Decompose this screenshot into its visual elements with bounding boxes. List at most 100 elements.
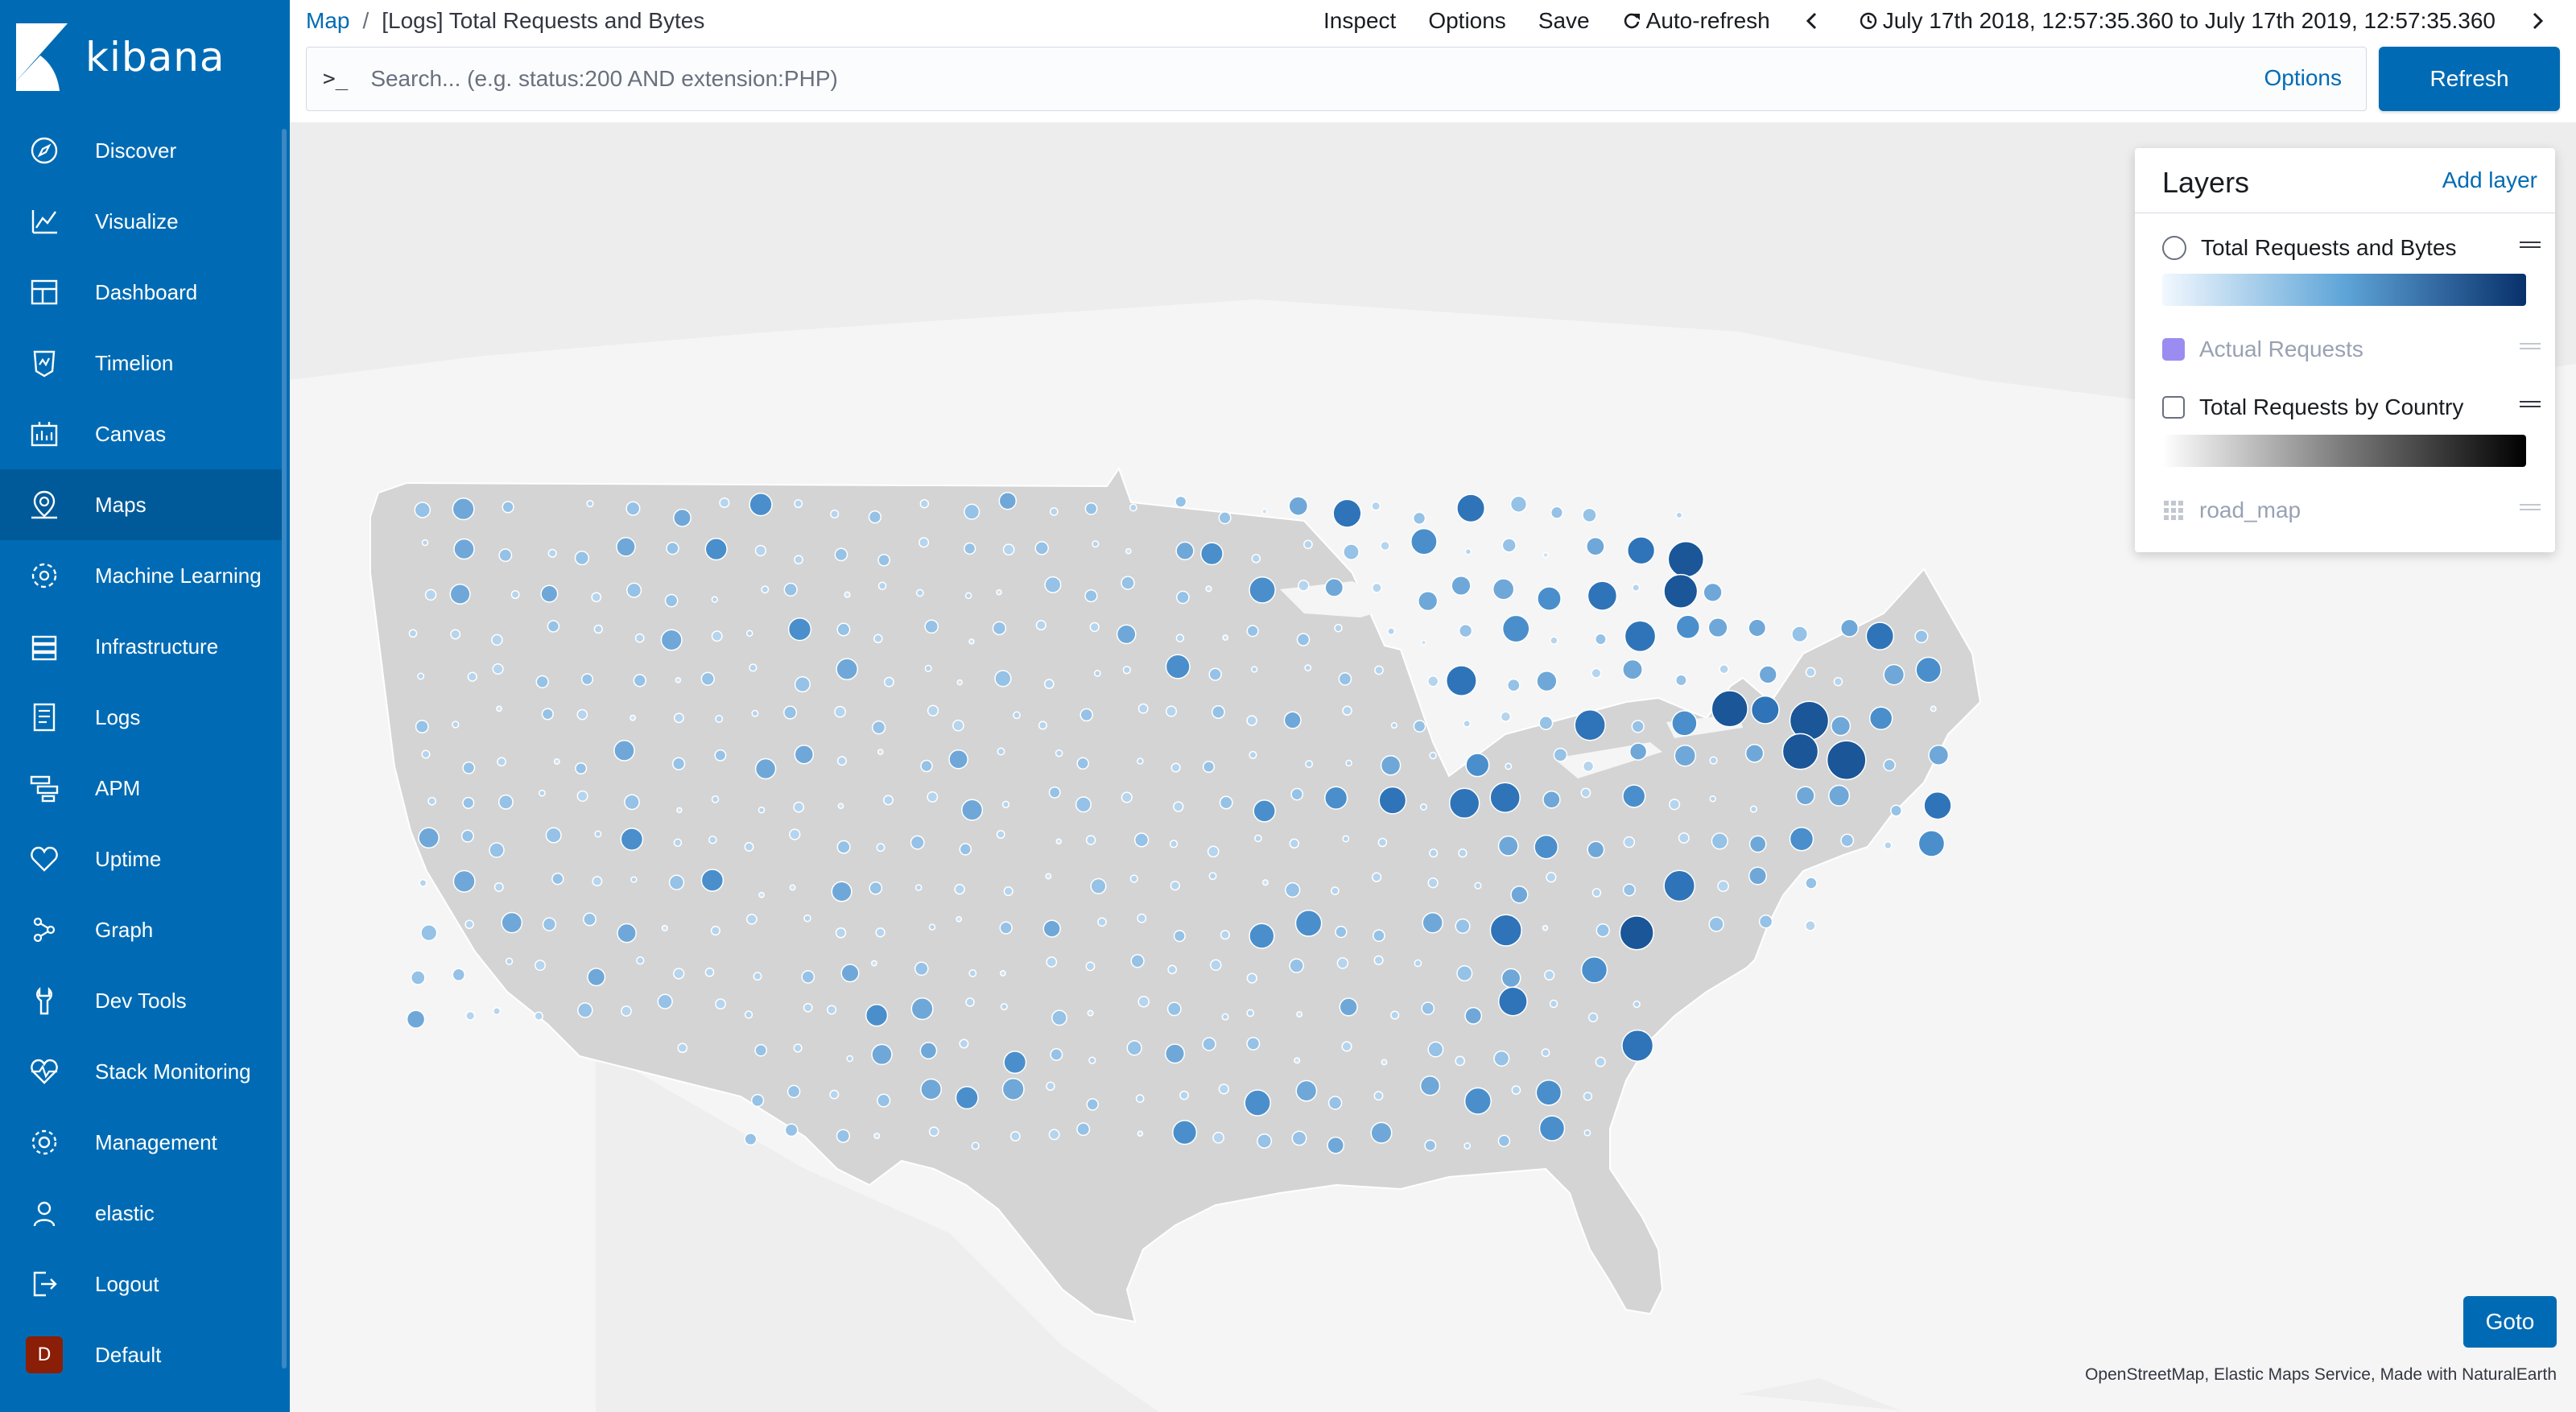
request-bubble[interactable] [1421, 1001, 1435, 1015]
request-bubble[interactable] [1463, 1142, 1472, 1150]
request-bubble[interactable] [871, 1043, 893, 1066]
request-bubble[interactable] [553, 758, 560, 765]
request-bubble[interactable] [1246, 715, 1257, 726]
request-bubble[interactable] [1805, 877, 1818, 890]
request-bubble[interactable] [719, 497, 730, 509]
request-bubble[interactable] [452, 869, 476, 893]
request-bubble[interactable] [1429, 751, 1437, 760]
request-bubble[interactable] [869, 881, 883, 895]
request-bubble[interactable] [754, 544, 767, 557]
request-bubble[interactable] [1719, 663, 1729, 675]
request-bubble[interactable] [420, 924, 438, 942]
request-bubble[interactable] [625, 501, 641, 516]
request-bubble[interactable] [745, 630, 753, 637]
request-bubble[interactable] [1251, 666, 1258, 673]
request-bubble[interactable] [1304, 664, 1312, 671]
request-bubble[interactable] [661, 924, 668, 931]
request-bubble[interactable] [1583, 1129, 1591, 1137]
request-bubble[interactable] [1294, 1057, 1301, 1064]
request-bubble[interactable] [1387, 627, 1396, 636]
request-bubble[interactable] [1622, 883, 1636, 897]
request-bubble[interactable] [1038, 720, 1047, 730]
request-bubble[interactable] [1296, 633, 1311, 646]
request-bubble[interactable] [1034, 541, 1049, 555]
request-bubble[interactable] [671, 757, 686, 770]
request-bubble[interactable] [1121, 576, 1135, 590]
request-bubble[interactable] [1758, 665, 1777, 684]
request-bubble[interactable] [964, 503, 980, 520]
request-bubble[interactable] [801, 970, 815, 984]
request-bubble[interactable] [1051, 1009, 1067, 1026]
request-bubble[interactable] [1090, 877, 1107, 894]
request-bubble[interactable] [964, 542, 976, 555]
request-bubble[interactable] [1574, 708, 1606, 741]
request-bubble[interactable] [424, 588, 437, 601]
request-bubble[interactable] [1013, 711, 1021, 720]
request-bubble[interactable] [497, 757, 506, 767]
request-bubble[interactable] [633, 674, 646, 687]
request-bubble[interactable] [928, 923, 936, 931]
request-bubble[interactable] [1084, 588, 1098, 603]
request-bubble[interactable] [668, 874, 685, 890]
request-bubble[interactable] [664, 593, 679, 608]
sidebar-item-default[interactable]: D Default [0, 1319, 282, 1390]
request-bubble[interactable] [1303, 539, 1313, 550]
request-bubble[interactable] [919, 1042, 938, 1059]
request-bubble[interactable] [1748, 618, 1767, 638]
request-bubble[interactable] [1202, 1037, 1216, 1051]
request-bubble[interactable] [1055, 749, 1063, 758]
request-bubble[interactable] [875, 927, 886, 938]
request-bubble[interactable] [1122, 666, 1131, 675]
request-bubble[interactable] [919, 537, 930, 548]
request-bubble[interactable] [1044, 576, 1062, 593]
request-bubble[interactable] [704, 967, 715, 977]
request-bubble[interactable] [1631, 720, 1645, 733]
request-bubble[interactable] [1174, 495, 1187, 508]
request-bubble[interactable] [700, 869, 724, 892]
request-bubble[interactable] [1371, 501, 1381, 511]
request-bubble[interactable] [1327, 1136, 1345, 1154]
request-bubble[interactable] [1458, 848, 1468, 858]
request-bubble[interactable] [1923, 791, 1952, 820]
request-bubble[interactable] [1619, 915, 1654, 951]
sidebar-item-timelion[interactable]: Timelion [0, 328, 282, 398]
request-bubble[interactable] [1089, 621, 1100, 633]
request-bubble[interactable] [1003, 886, 1013, 897]
request-bubble[interactable] [794, 744, 815, 765]
request-bubble[interactable] [1076, 757, 1089, 770]
request-bubble[interactable] [1667, 541, 1705, 578]
request-bubble[interactable] [1046, 1081, 1055, 1092]
request-bubble[interactable] [836, 756, 847, 766]
request-bubble[interactable] [715, 715, 724, 723]
request-bubble[interactable] [1381, 1059, 1388, 1066]
request-bubble[interactable] [1341, 1041, 1352, 1052]
request-bubble[interactable] [710, 926, 720, 936]
request-bubble[interactable] [1413, 720, 1426, 733]
request-bubble[interactable] [1506, 678, 1521, 692]
request-bubble[interactable] [803, 914, 811, 923]
drag-handle-icon[interactable] [2520, 501, 2541, 514]
request-bubble[interactable] [1748, 835, 1767, 853]
request-bubble[interactable] [551, 873, 564, 886]
request-bubble[interactable] [928, 1126, 939, 1137]
request-bubble[interactable] [540, 584, 559, 603]
request-bubble[interactable] [877, 553, 890, 567]
sidebar-item-visualize[interactable]: Visualize [0, 186, 282, 257]
request-bubble[interactable] [421, 749, 431, 759]
next-time-button[interactable] [2528, 11, 2552, 31]
request-bubble[interactable] [1678, 832, 1690, 844]
request-bubble[interactable] [621, 1005, 632, 1017]
request-bubble[interactable] [920, 759, 933, 773]
request-bubble[interactable] [1703, 582, 1723, 603]
request-bubble[interactable] [1336, 957, 1349, 969]
request-bubble[interactable] [1246, 625, 1259, 638]
request-bubble[interactable] [1429, 848, 1439, 858]
request-bubble[interactable] [1373, 1091, 1384, 1101]
sidebar-item-dev-tools[interactable]: Dev Tools [0, 965, 282, 1036]
request-bubble[interactable] [587, 968, 606, 987]
request-bubble[interactable] [968, 638, 975, 645]
request-bubble[interactable] [535, 675, 549, 689]
sidebar-item-elastic[interactable]: elastic [0, 1178, 282, 1249]
request-bubble[interactable] [1591, 667, 1602, 679]
request-bubble[interactable] [1791, 625, 1809, 643]
